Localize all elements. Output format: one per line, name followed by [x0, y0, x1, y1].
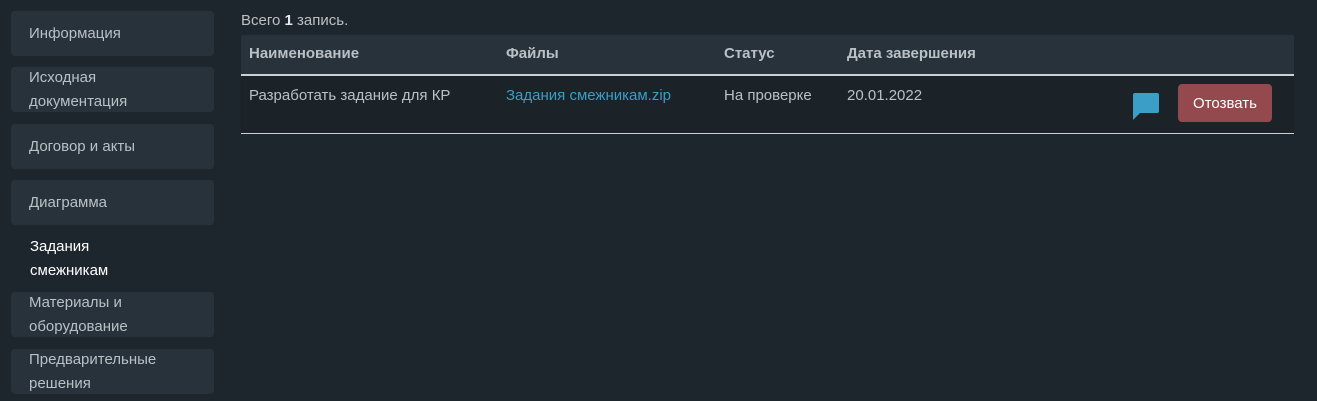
revoke-button[interactable]: Отозвать — [1178, 84, 1272, 122]
task-status: На проверке — [724, 87, 812, 104]
record-count: Всего 1 запись. — [241, 12, 348, 29]
sidebar-item-info[interactable]: Информация — [11, 11, 214, 56]
tasks-table: Наименование Файлы Статус Дата завершени… — [241, 35, 1294, 134]
table-row: Разработать задание для КР Задания смежн… — [241, 76, 1294, 134]
record-count-value: 1 — [284, 12, 293, 29]
column-header-status[interactable]: Статус — [724, 45, 775, 62]
sidebar-item-label: Исходная документация — [29, 68, 128, 110]
sidebar-item-label: Информация — [29, 24, 121, 42]
record-count-suffix: запись. — [297, 12, 349, 29]
sidebar-item-contract[interactable]: Договор и акты — [11, 124, 214, 169]
sidebar-item-subcontractor-tasks[interactable]: Задания смежникам — [11, 236, 172, 281]
sidebar-item-label: Предварительные решения — [29, 350, 157, 392]
sidebar-item-label: Задания смежникам — [30, 237, 109, 279]
chat-bubble-icon[interactable] — [1130, 91, 1160, 121]
file-link[interactable]: Задания смежникам.zip — [506, 87, 671, 104]
record-count-prefix: Всего — [241, 12, 281, 29]
sidebar-item-materials[interactable]: Материалы и оборудование — [11, 292, 214, 337]
column-header-name[interactable]: Наименование — [249, 45, 359, 62]
sidebar-item-diagram[interactable]: Диаграмма — [11, 180, 214, 225]
sidebar-item-preliminary[interactable]: Предварительные решения — [11, 349, 214, 394]
sidebar-item-label: Материалы и оборудование — [29, 293, 128, 335]
sidebar-item-source-docs[interactable]: Исходная документация — [11, 67, 214, 112]
task-end-date: 20.01.2022 — [847, 87, 923, 104]
column-header-files[interactable]: Файлы — [506, 45, 559, 62]
task-name: Разработать задание для КР — [249, 87, 451, 104]
sidebar-item-label: Диаграмма — [29, 193, 108, 211]
table-header: Наименование Файлы Статус Дата завершени… — [241, 35, 1294, 76]
sidebar-item-label: Договор и акты — [29, 137, 136, 155]
column-header-end-date[interactable]: Дата завершения — [847, 45, 976, 62]
